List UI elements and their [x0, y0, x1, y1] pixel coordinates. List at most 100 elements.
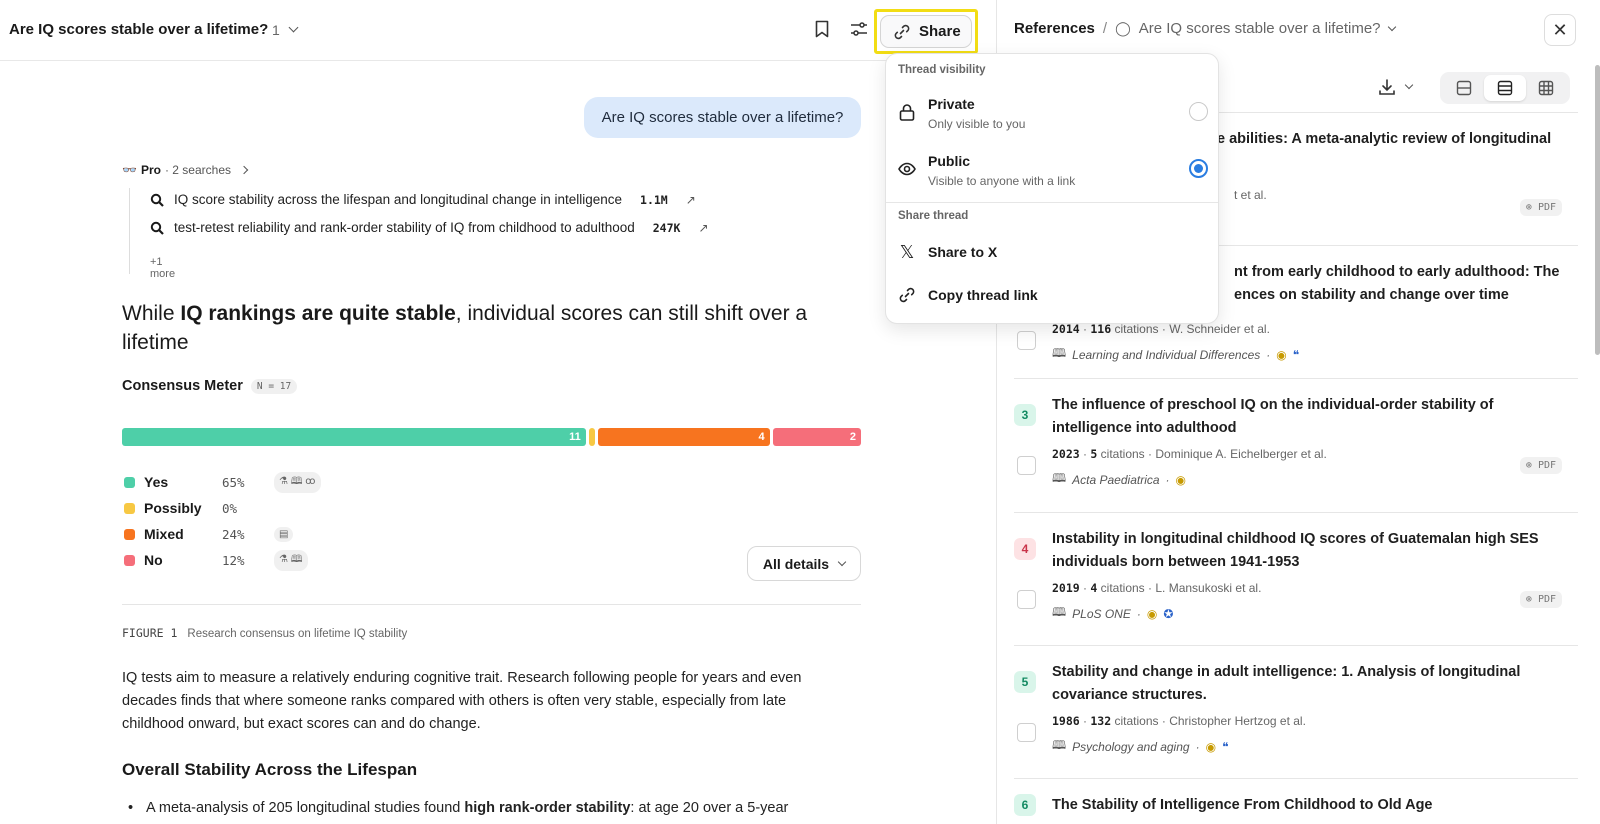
legend-swatch — [124, 476, 135, 488]
settings-sliders-icon[interactable] — [850, 20, 868, 38]
public-radio[interactable] — [1189, 159, 1208, 178]
thread-title[interactable]: Are IQ scores stable over a lifetime? — [9, 21, 268, 38]
legend-label: Possibly — [144, 500, 202, 516]
download-button[interactable] — [1378, 78, 1414, 96]
share-to-x-button[interactable]: 𝕏 Share to X — [898, 240, 1198, 264]
external-link-icon: ↗ — [698, 220, 709, 235]
pdf-badge[interactable]: ⊚ PDF — [1519, 591, 1562, 608]
select-checkbox[interactable] — [1017, 723, 1036, 742]
legend-swatch — [124, 502, 135, 514]
share-button[interactable]: Share — [880, 15, 972, 48]
reference-meta: 2019 · 4 citations · L. Mansukoski et al… — [1052, 581, 1262, 595]
result-count: 1.1M — [640, 192, 668, 207]
answer-paragraph: IQ tests aim to measure a relatively end… — [122, 670, 802, 732]
reference-number: 6 — [1014, 794, 1036, 816]
search-query-text: IQ score stability across the lifespan a… — [174, 192, 623, 207]
pro-searches-toggle[interactable]: 👓 Pro · 2 searches — [122, 163, 249, 177]
more-searches-link[interactable]: +1 more — [150, 256, 175, 280]
legend-row-yes: Yes 65% ⚗ 🕮 ꝏ — [124, 471, 334, 493]
legend-percent: 24% — [222, 526, 245, 542]
visibility-private-option[interactable]: Private Only visible to you — [898, 96, 1208, 142]
reference-title[interactable]: Stability and change in adult intelligen… — [1052, 661, 1562, 707]
open-access-icon: ⊚ — [1525, 460, 1532, 471]
divider — [1014, 645, 1578, 646]
divider — [122, 604, 861, 605]
all-details-button[interactable]: All details — [747, 546, 861, 581]
reference-title[interactable]: The influence of preschool IQ on the ind… — [1052, 394, 1562, 440]
legend-row-possibly: Possibly 0% — [124, 498, 334, 518]
eye-icon — [898, 162, 916, 176]
eye-badge-icon: ◉ — [1205, 739, 1217, 754]
visibility-section-label: Thread visibility — [898, 64, 986, 76]
legend-percent: 0% — [222, 500, 238, 516]
consensus-segment-no[interactable]: 2 — [772, 428, 861, 446]
open-access-icon: ⊚ — [1525, 202, 1532, 213]
reference-item[interactable]: 5 Stability and change in adult intellig… — [1014, 661, 1578, 771]
search-icon — [150, 193, 164, 207]
consensus-bar: 11 4 2 — [122, 428, 861, 446]
close-button[interactable]: ✕ — [1544, 14, 1576, 46]
answer-headline: While IQ rankings are quite stable, indi… — [122, 302, 808, 354]
book-icon: 🕮 — [1052, 346, 1067, 360]
select-checkbox[interactable] — [1017, 331, 1036, 350]
share-label: Share — [919, 23, 961, 40]
divider — [1014, 512, 1578, 513]
sample-size-badge: N = 17 — [250, 378, 298, 394]
reference-title[interactable]: nt from early childhood to early adultho… — [1234, 261, 1574, 307]
reference-item[interactable]: 4 Instability in longitudinal childhood … — [1014, 528, 1578, 638]
reference-meta: 1986 · 132 citations · Christopher Hertz… — [1052, 714, 1306, 728]
consensus-segment-yes[interactable]: 11 — [122, 428, 586, 446]
thread-pane: Are IQ scores stable over a lifetime? 1 … — [0, 0, 997, 824]
eye-badge-icon: ◉ — [1146, 606, 1158, 621]
consensus-segment-possibly[interactable] — [588, 428, 595, 446]
study-type-chips[interactable]: ⚗ 🕮 ꝏ — [274, 471, 321, 493]
references-title: References — [1014, 20, 1095, 37]
search-query[interactable]: IQ score stability across the lifespan a… — [150, 192, 696, 207]
thread-header: Are IQ scores stable over a lifetime? 1 … — [0, 0, 996, 61]
eye-badge-icon: ◉ — [1175, 472, 1187, 487]
reference-journal: 🕮 Psychology and aging · ◉ ❝ — [1052, 736, 1229, 757]
star-badge-icon: ✪ — [1163, 606, 1174, 621]
private-radio[interactable] — [1189, 102, 1208, 121]
table-view-button[interactable] — [1526, 75, 1567, 101]
book-icon: 🕮 — [1052, 605, 1067, 619]
reference-title[interactable]: Instability in longitudinal childhood IQ… — [1052, 528, 1562, 574]
copy-link-button[interactable]: Copy thread link — [898, 283, 1198, 307]
chevron-down-icon[interactable] — [1387, 22, 1396, 31]
compact-view-button[interactable] — [1443, 75, 1484, 101]
quote-badge-icon: ❝ — [1222, 739, 1229, 754]
legend-label: Mixed — [144, 526, 184, 542]
reference-title[interactable]: e abilities: A meta-analytic review of l… — [1217, 128, 1557, 151]
chevron-down-icon[interactable] — [288, 22, 299, 33]
bullet-item: A meta-analysis of 205 longitudinal stud… — [128, 797, 850, 820]
open-access-icon: ⊚ — [1525, 594, 1532, 605]
select-checkbox[interactable] — [1017, 456, 1036, 475]
bookmark-icon[interactable] — [815, 20, 829, 38]
references-header: References / ◯ Are IQ scores stable over… — [1014, 20, 1396, 37]
study-type-chips[interactable]: ⚗ 🕮 — [274, 549, 308, 571]
external-link-icon: ↗ — [685, 192, 696, 207]
study-type-chips[interactable]: ▤ — [274, 526, 294, 542]
menu-divider — [886, 202, 1218, 203]
legend-row-mixed: Mixed 24% ▤ — [124, 524, 334, 544]
legend-percent: 12% — [222, 552, 245, 568]
pdf-badge[interactable]: ⊚ PDF — [1519, 457, 1562, 474]
list-view-icon — [1497, 80, 1513, 96]
visibility-public-option[interactable]: Public Visible to anyone with a link — [898, 153, 1208, 199]
search-query[interactable]: test-retest reliability and rank-order s… — [150, 220, 709, 235]
reference-title[interactable]: The Stability of Intelligence From Child… — [1052, 794, 1562, 817]
reference-item[interactable]: 3 The influence of preschool IQ on the i… — [1014, 394, 1578, 504]
pdf-badge[interactable]: ⊚ PDF — [1519, 199, 1562, 216]
reference-thread-select[interactable]: Are IQ scores stable over a lifetime? — [1139, 20, 1381, 37]
consensus-segment-mixed[interactable]: 4 — [597, 428, 770, 446]
reference-item[interactable]: 6 The Stability of Intelligence From Chi… — [1014, 794, 1578, 824]
legend-label: No — [144, 552, 163, 568]
legend-row-no: No 12% ⚗ 🕮 — [124, 549, 334, 571]
select-checkbox[interactable] — [1017, 590, 1036, 609]
eye-badge-icon: ◉ — [1276, 347, 1287, 362]
list-view-button[interactable] — [1484, 75, 1526, 101]
reference-meta: 2023 · 5 citations · Dominique A. Eichel… — [1052, 447, 1327, 461]
quote-badge-icon: ❝ — [1292, 347, 1300, 362]
scrollbar[interactable] — [1595, 65, 1600, 355]
reference-number: 3 — [1014, 404, 1036, 426]
